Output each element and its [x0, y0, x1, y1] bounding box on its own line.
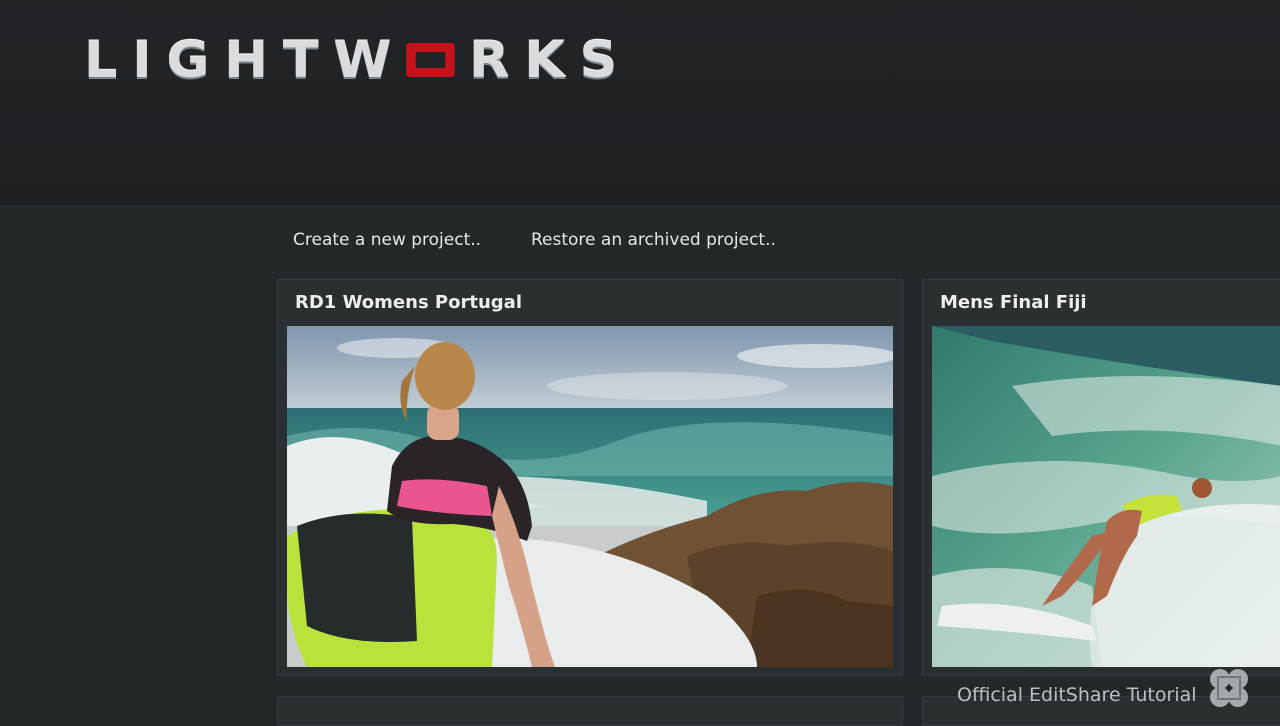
project-card-row2-left[interactable] — [277, 696, 903, 726]
lightworks-logo: LIGHTW O RKS — [84, 28, 632, 92]
header-bar: LIGHTW O RKS — [0, 0, 1280, 207]
restore-project-link[interactable]: Restore an archived project.. — [531, 230, 776, 250]
surfer-thumbnail-image — [932, 326, 1280, 667]
create-project-link[interactable]: Create a new project.. — [293, 230, 481, 250]
project-card-mens-final-fiji[interactable]: Mens Final Fiji — [922, 279, 1280, 676]
logo-accent: O — [405, 43, 455, 77]
project-card-title: Mens Final Fiji — [940, 292, 1087, 313]
project-thumbnail[interactable] — [932, 326, 1280, 667]
watermark-text: Official EditShare Tutorial — [957, 684, 1197, 706]
logo-text-left: LIGHTW — [84, 31, 406, 89]
project-card-rd1-womens-portugal[interactable]: RD1 Womens Portugal — [277, 279, 903, 676]
surfer-thumbnail-image — [287, 326, 893, 667]
project-thumbnail[interactable] — [287, 326, 893, 667]
editshare-logo-icon — [1206, 665, 1252, 715]
logo-text-right: RKS — [468, 31, 632, 89]
project-card-title: RD1 Womens Portugal — [295, 292, 522, 313]
